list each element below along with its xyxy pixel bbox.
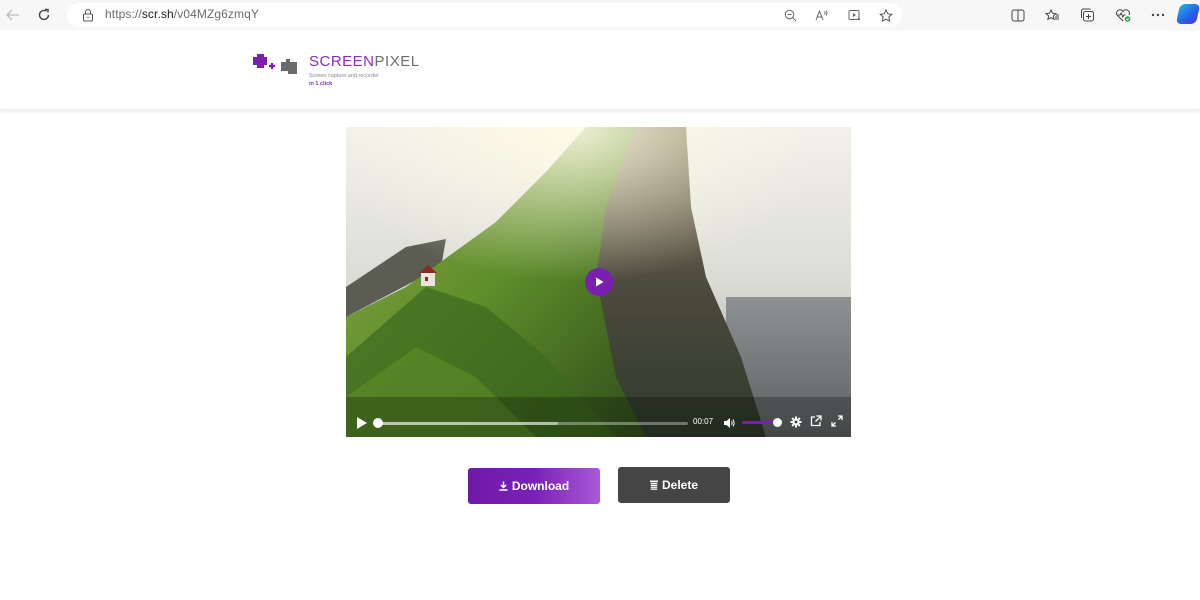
favorites-button[interactable] [1035,3,1070,27]
popout-icon[interactable] [810,415,822,427]
address-bar[interactable]: https://scr.sh/v04MZg6zmqY [67,3,902,27]
url-domain: scr.sh [141,7,174,21]
zoom-out-icon [784,9,796,21]
collections-icon [1081,8,1094,22]
trash-icon [649,480,658,490]
read-aloud-button[interactable] [806,3,838,27]
split-screen-button[interactable] [1000,3,1035,27]
volume-icon[interactable] [723,417,735,429]
copilot-icon[interactable] [1175,4,1200,24]
more-button[interactable] [1140,3,1175,27]
reload-icon [38,8,50,21]
more-icon [1151,13,1164,17]
play-icon [596,277,604,287]
favorite-star-icon [879,8,893,22]
zoom-out-button[interactable] [774,3,806,27]
logo-tagline-highlight: in 1 click [309,81,333,87]
reload-button[interactable] [33,4,55,26]
immersive-reader-icon [848,9,860,20]
seek-bar[interactable] [378,422,688,425]
logo-tagline: Screen capture and recorder [309,73,380,79]
url-text[interactable]: https://scr.sh/v04MZg6zmqY [105,7,259,21]
favorite-button[interactable] [870,3,902,27]
read-aloud-icon [815,9,828,21]
delete-label: Delete [661,478,699,492]
url-path: /v04MZg6zmqY [173,7,260,21]
seek-handle[interactable] [373,418,383,428]
logo-title: SCREENPIXEL [309,53,420,70]
play-button[interactable] [356,416,368,430]
browser-essentials-icon [1115,9,1130,22]
logo-title-pixel: PIXEL [374,53,420,70]
url-scheme: https:// [105,7,142,21]
site-header: SCREENPIXEL Screen capture and recorder … [0,30,1200,110]
buffered-bar [378,422,558,425]
volume-handle[interactable] [773,418,782,427]
fullscreen-icon[interactable] [831,415,843,427]
current-time: 00:07 [693,417,714,426]
split-screen-icon [1011,9,1024,21]
delete-button[interactable]: Delete [618,467,730,503]
browser-essentials-button[interactable] [1105,3,1140,27]
logo-mark-icon [253,54,297,74]
arrow-left-icon [6,9,19,21]
download-label: Download [511,479,570,493]
lock-icon [83,9,93,22]
immersive-reader-button[interactable] [838,3,870,27]
browser-toolbar: https://scr.sh/v04MZg6zmqY [0,0,1200,30]
favorites-icon [1045,8,1059,20]
volume-slider[interactable] [742,421,777,424]
settings-icon[interactable] [790,416,802,428]
download-icon [499,481,508,491]
back-button[interactable] [2,4,24,26]
download-button[interactable]: Download [468,468,600,504]
collections-button[interactable] [1070,3,1105,27]
play-overlay-button[interactable] [585,268,613,296]
video-controls: 00:07 [346,410,851,437]
logo-title-screen: SCREEN [309,53,375,70]
